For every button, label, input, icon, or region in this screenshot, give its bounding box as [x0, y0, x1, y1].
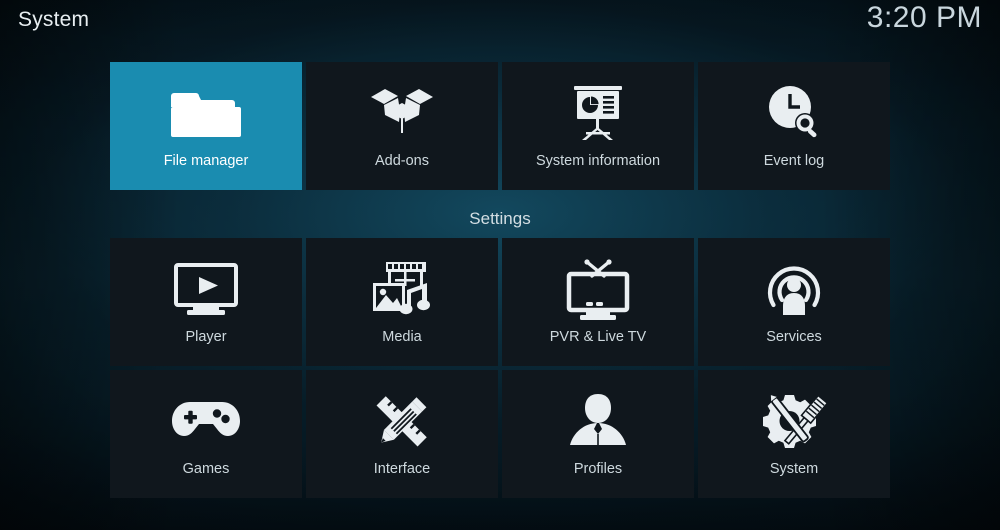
tile-services[interactable]: Services	[698, 238, 890, 366]
tile-games[interactable]: Games	[110, 370, 302, 498]
tile-label: Services	[766, 329, 822, 345]
tile-label: File manager	[163, 153, 249, 169]
tile-system[interactable]: System	[698, 370, 890, 498]
clock-search-icon	[698, 76, 890, 150]
tile-label: Games	[182, 461, 230, 477]
folder-icon	[110, 76, 302, 150]
person-bust-icon	[502, 384, 694, 458]
clock-label: 3:20 PM	[866, 1, 982, 34]
pencil-ruler-icon	[306, 384, 498, 458]
tile-label: Player	[185, 329, 227, 345]
gears-tools-icon	[698, 384, 890, 458]
tile-event-log[interactable]: Event log	[698, 62, 890, 190]
tile-label: System information	[535, 153, 661, 169]
filmstrip-photo-music-icon	[306, 252, 498, 326]
presentation-chart-icon	[502, 76, 694, 150]
kodi-system-screen: System 3:20 PM File manager Add-ons Syst…	[0, 0, 1000, 530]
settings-tile-grid: Player Media PVR & Live TV Services Game…	[110, 238, 890, 498]
tile-label: Profiles	[573, 461, 623, 477]
header-bar: System 3:20 PM	[0, 0, 1000, 48]
tile-pvr-live-tv[interactable]: PVR & Live TV	[502, 238, 694, 366]
tile-system-information[interactable]: System information	[502, 62, 694, 190]
monitor-play-icon	[110, 252, 302, 326]
tile-label: Interface	[373, 461, 431, 477]
tile-label: PVR & Live TV	[549, 329, 647, 345]
broadcast-person-icon	[698, 252, 890, 326]
page-title: System	[18, 8, 90, 31]
gamepad-icon	[110, 384, 302, 458]
tile-label: Add-ons	[374, 153, 429, 169]
top-tile-grid: File manager Add-ons System information …	[110, 62, 890, 190]
tile-label: Event log	[763, 153, 825, 169]
tile-add-ons[interactable]: Add-ons	[306, 62, 498, 190]
tile-file-manager[interactable]: File manager	[110, 62, 302, 190]
open-box-icon	[306, 76, 498, 150]
tile-media[interactable]: Media	[306, 238, 498, 366]
tile-player[interactable]: Player	[110, 238, 302, 366]
tv-antenna-icon	[502, 252, 694, 326]
tile-label: System	[769, 461, 819, 477]
settings-heading: Settings	[469, 209, 531, 228]
tile-interface[interactable]: Interface	[306, 370, 498, 498]
tile-label: Media	[382, 329, 422, 345]
tile-profiles[interactable]: Profiles	[502, 370, 694, 498]
